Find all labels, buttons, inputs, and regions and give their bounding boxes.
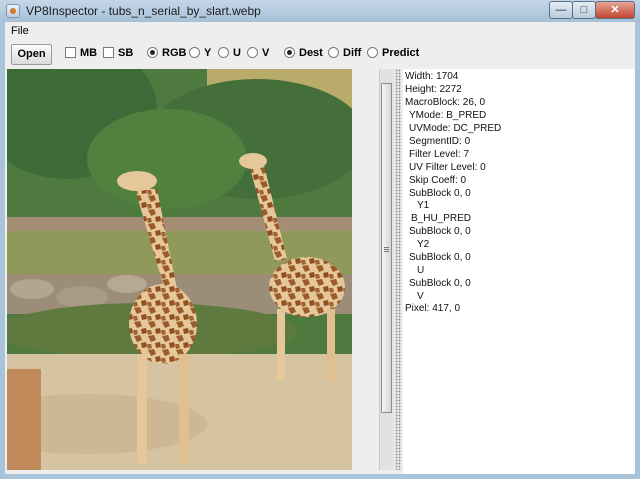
radio-rgb[interactable]: RGB <box>147 47 186 62</box>
info-uvmode: UVMode: DC_PRED <box>409 123 502 134</box>
info-filter-level: Filter Level: 7 <box>409 149 470 160</box>
scrollbar-thumb[interactable] <box>381 83 392 413</box>
menu-bar: File <box>5 22 635 40</box>
info-u: U <box>417 265 425 276</box>
info-b-hu-pred: B_HU_PRED <box>411 213 472 224</box>
info-y2: Y2 <box>417 239 430 250</box>
mb-checkbox-box[interactable] <box>65 47 76 58</box>
radio-diff-label: Diff <box>343 47 362 59</box>
minimize-button[interactable]: — <box>549 1 573 19</box>
maximize-button[interactable]: □ <box>572 1 596 19</box>
checkbox-mb[interactable]: MB <box>65 47 97 62</box>
close-button[interactable]: ✕ <box>595 1 635 19</box>
info-ymode: YMode: B_PRED <box>409 110 487 121</box>
block-info-panel: Width: 1704 Height: 2272 MacroBlock: 26,… <box>403 69 635 474</box>
radio-y-label: Y <box>204 47 212 59</box>
app-icon <box>6 4 20 18</box>
radio-diff-button[interactable] <box>328 47 339 58</box>
radio-u-label: U <box>233 47 241 59</box>
info-subblock-y1: SubBlock 0, 0 <box>409 188 471 199</box>
checkbox-sb[interactable]: SB <box>103 47 133 62</box>
radio-dest[interactable]: Dest <box>284 47 323 62</box>
open-button[interactable]: Open <box>11 44 52 65</box>
info-macroblock: MacroBlock: 26, 0 <box>405 97 486 108</box>
info-y1: Y1 <box>417 200 430 211</box>
toolbar: Open MB SB RGB Y U V Dest Diff Predict <box>5 41 635 68</box>
radio-rgb-button[interactable] <box>147 47 158 58</box>
radio-predict-button[interactable] <box>367 47 378 58</box>
checkbox-sb-label: SB <box>118 47 134 59</box>
split-pane-divider[interactable] <box>395 69 401 470</box>
radio-v[interactable]: V <box>247 47 269 62</box>
radio-rgb-label: RGB <box>162 47 187 59</box>
grip-icon <box>384 247 389 248</box>
radio-predict-label: Predict <box>382 47 420 59</box>
info-v: V <box>417 291 424 302</box>
radio-y-button[interactable] <box>189 47 200 58</box>
checkbox-mb-label: MB <box>80 47 98 59</box>
info-subblock-u: SubBlock 0, 0 <box>409 252 471 263</box>
app-window: VP8Inspector - tubs_n_serial_by_slart.we… <box>0 0 640 479</box>
info-segment-id: SegmentID: 0 <box>409 136 471 147</box>
radio-u[interactable]: U <box>218 47 241 62</box>
radio-y[interactable]: Y <box>189 47 211 62</box>
radio-u-button[interactable] <box>218 47 229 58</box>
sb-checkbox-box[interactable] <box>103 47 114 58</box>
vertical-scrollbar[interactable] <box>379 69 394 470</box>
image-view[interactable] <box>7 69 352 470</box>
radio-v-button[interactable] <box>247 47 258 58</box>
radio-v-label: V <box>262 47 270 59</box>
info-uv-filter-level: UV Filter Level: 0 <box>409 162 486 173</box>
info-subblock-y2: SubBlock 0, 0 <box>409 226 471 237</box>
info-pixel: Pixel: 417, 0 <box>405 303 461 314</box>
window-title: VP8Inspector - tubs_n_serial_by_slart.we… <box>26 4 261 18</box>
client-area: File Open MB SB RGB Y U V Dest Diff Pred… <box>5 22 635 474</box>
info-height: Height: 2272 <box>405 84 462 95</box>
radio-dest-button[interactable] <box>284 47 295 58</box>
radio-diff[interactable]: Diff <box>328 47 361 62</box>
info-width: Width: 1704 <box>405 71 459 82</box>
radio-dest-label: Dest <box>299 47 323 59</box>
giraffe-photo <box>7 69 352 470</box>
info-subblock-v: SubBlock 0, 0 <box>409 278 471 289</box>
menu-file[interactable]: File <box>11 25 29 37</box>
radio-predict[interactable]: Predict <box>367 47 419 62</box>
info-skip-coeff: Skip Coeff: 0 <box>409 175 467 186</box>
title-bar[interactable]: VP8Inspector - tubs_n_serial_by_slart.we… <box>0 0 640 22</box>
